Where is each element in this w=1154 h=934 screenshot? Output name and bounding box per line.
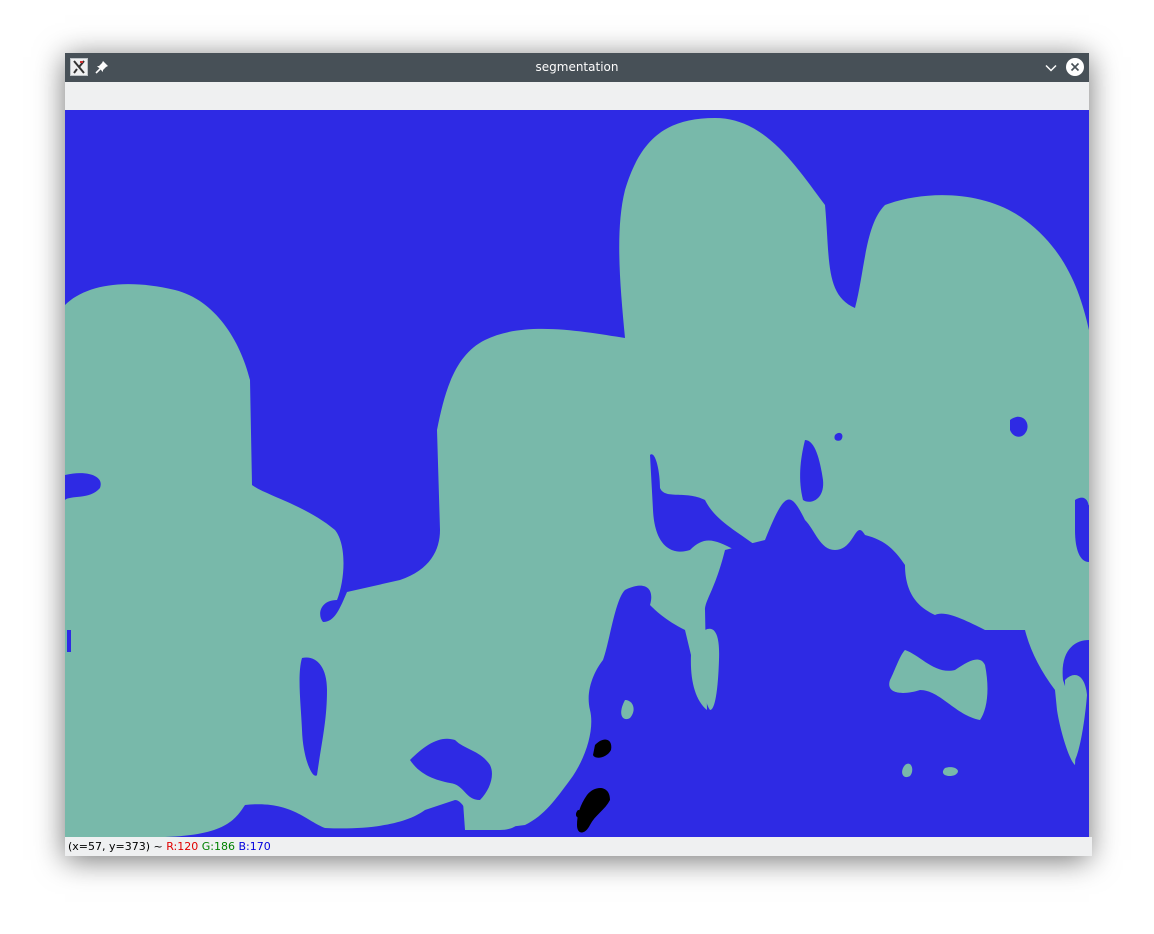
pixel-red-value: R:120 <box>166 840 199 853</box>
chevron-down-icon <box>1045 64 1057 72</box>
status-bar: (x=57, y=373) ~ R:120 G:186 B:170 <box>65 837 1092 856</box>
pixel-blue-value: B:170 <box>238 840 271 853</box>
pixel-green-value: G:186 <box>201 840 235 853</box>
segmentation-image[interactable] <box>65 110 1089 837</box>
minimize-button[interactable] <box>1042 59 1060 77</box>
window-title: segmentation <box>535 60 619 74</box>
toolbar <box>65 82 1089 110</box>
image-window: segmentation (x=57, y=373) ~ R:120 G:186… <box>65 53 1092 856</box>
cursor-coordinates: (x=57, y=373) ~ <box>68 840 163 853</box>
title-bar[interactable]: segmentation <box>65 53 1089 82</box>
close-button[interactable] <box>1066 58 1084 76</box>
close-icon <box>1070 62 1080 72</box>
